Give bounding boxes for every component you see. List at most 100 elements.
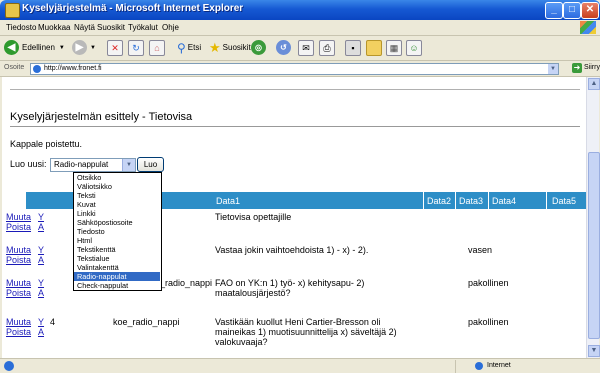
up-link[interactable]: Y (38, 317, 44, 327)
history-icon: ↺ (276, 40, 291, 55)
page-loaded-icon (4, 361, 14, 371)
column-header-data5: Data5 (552, 196, 577, 206)
column-divider (455, 192, 456, 209)
dropdown-option[interactable]: Tiedosto (74, 227, 160, 236)
dropdown-option[interactable]: Teksti (74, 191, 160, 200)
close-button[interactable]: ✕ (581, 2, 599, 19)
address-dropdown-icon[interactable]: ▼ (548, 64, 558, 74)
select-value: Radio-nappulat (54, 160, 109, 169)
go-arrow-icon[interactable]: ➜ (572, 63, 582, 73)
scroll-up-icon[interactable]: ▲ (588, 78, 600, 90)
maximize-button[interactable]: □ (563, 2, 581, 19)
internet-zone-globe-icon (475, 362, 483, 370)
column-divider (423, 192, 424, 209)
title-bar: Kyselyjärjestelmä - Microsoft Internet E… (0, 0, 600, 20)
menu-edit[interactable]: Muokkaa (38, 23, 70, 32)
edit-link[interactable]: Muuta (6, 278, 31, 288)
research-icon: ▦ (386, 39, 402, 56)
messenger-icon: ☺ (406, 39, 422, 56)
down-link[interactable]: A (38, 288, 44, 298)
dropdown-option[interactable]: Sähköpostiosoite (74, 218, 160, 227)
data1-cell: Vastaa jokin vaihtoehdoista 1) - x) - 2)… (215, 245, 369, 255)
menu-bar: Tiedosto Muokkaa Näytä Suosikit Työkalut… (0, 20, 600, 36)
address-bar: Osoite http://www.fronet.fi ▼ ➜ Siirry (0, 61, 600, 77)
dropdown-option[interactable]: Kuvat (74, 200, 160, 209)
scroll-thumb[interactable] (588, 152, 600, 339)
dropdown-option[interactable]: Tekstialue (74, 254, 160, 263)
edit-link[interactable]: Muuta (6, 212, 31, 222)
history-button[interactable]: ↺ (276, 39, 291, 56)
scroll-down-icon[interactable]: ▼ (588, 345, 600, 357)
column-header-data1: Data1 (216, 196, 241, 206)
dropdown-option[interactable]: Check-nappulat (74, 281, 160, 290)
search-icon: ⚲ (177, 40, 186, 55)
research-button[interactable]: ▦ (386, 39, 402, 56)
data1-cell: Vastikään kuollut Heni Cartier-Bresson o… (215, 317, 397, 347)
dropdown-option[interactable]: Html (74, 236, 160, 245)
mail-button[interactable]: ✉ (298, 39, 314, 56)
favorites-button[interactable]: ★ Suosikit (209, 39, 251, 56)
column-header-data3: Data3 (459, 196, 484, 206)
menu-favorites[interactable]: Suosikit (97, 23, 125, 32)
delete-link[interactable]: Poista (6, 327, 31, 337)
edit-button[interactable]: ▪ (345, 39, 361, 56)
back-dropdown-icon: ▼ (58, 44, 65, 51)
home-button[interactable]: ⌂ (149, 39, 165, 56)
dropdown-option[interactable]: Tekstikenttä (74, 245, 160, 254)
messenger-button[interactable]: ☺ (406, 39, 422, 56)
minimize-button[interactable]: _ (545, 2, 563, 19)
back-label: Edellinen (22, 43, 55, 52)
ie-page-icon (5, 3, 20, 18)
address-label: Osoite (4, 64, 25, 71)
mail-icon: ✉ (298, 39, 314, 56)
media-button[interactable]: ◎ (251, 39, 266, 56)
dropdown-option[interactable]: Otsikko (74, 173, 160, 182)
refresh-button[interactable]: ↻ (128, 39, 144, 56)
print-button[interactable]: ⎙ (319, 39, 335, 56)
go-label[interactable]: Siirry (584, 64, 600, 71)
data1-cell: Tietovisa opettajille (215, 212, 292, 222)
dropdown-option[interactable]: Väliotsikko (74, 182, 160, 191)
down-link[interactable]: A (38, 327, 44, 337)
address-input[interactable]: http://www.fronet.fi ▼ (30, 63, 559, 75)
type-cell: _radio_nappi (160, 278, 213, 288)
menu-tools[interactable]: Työkalut (128, 23, 158, 32)
back-arrow-icon: ◀ (4, 40, 19, 55)
vertical-scrollbar[interactable]: ▲ ▼ (586, 77, 600, 358)
folder-button[interactable] (366, 39, 382, 56)
menu-file[interactable]: Tiedosto (6, 23, 36, 32)
up-link[interactable]: Y (38, 278, 44, 288)
menu-view[interactable]: Näytä (74, 23, 95, 32)
dropdown-option[interactable]: Linkki (74, 209, 160, 218)
page-globe-icon (33, 65, 41, 73)
search-label: Etsi (187, 43, 202, 52)
dropdown-option[interactable]: Valintakenttä (74, 263, 160, 272)
menu-help[interactable]: Ohje (162, 23, 179, 32)
dropdown-option-selected[interactable]: Radio-nappulat (74, 272, 160, 281)
back-button[interactable]: ◀ Edellinen ▼ (4, 39, 65, 56)
element-type-dropdown-list[interactable]: Otsikko Väliotsikko Teksti Kuvat Linkki … (73, 172, 162, 291)
edit-link[interactable]: Muuta (6, 317, 31, 327)
status-message: Kappale poistettu. (10, 139, 83, 149)
address-url: http://www.fronet.fi (44, 65, 102, 72)
delete-link[interactable]: Poista (6, 288, 31, 298)
forward-button[interactable]: ▶ ▼ (72, 39, 96, 56)
create-new-label: Luo uusi: (10, 159, 47, 169)
status-divider (455, 360, 456, 373)
stop-button[interactable]: ✕ (107, 39, 123, 56)
up-link[interactable]: Y (38, 212, 44, 222)
home-icon: ⌂ (149, 39, 165, 56)
element-type-select[interactable]: Radio-nappulat ▼ (50, 158, 136, 172)
down-link[interactable]: A (38, 222, 44, 232)
delete-link[interactable]: Poista (6, 222, 31, 232)
search-button[interactable]: ⚲ Etsi (177, 39, 201, 56)
create-button[interactable]: Luo (137, 157, 164, 172)
toolbar: ◀ Edellinen ▼ ▶ ▼ ✕ ↻ ⌂ ⚲ Etsi ★ Suosiki… (0, 36, 600, 61)
folder-icon (366, 39, 382, 56)
edit-icon: ▪ (345, 39, 361, 56)
down-link[interactable]: A (38, 255, 44, 265)
up-link[interactable]: Y (38, 245, 44, 255)
delete-link[interactable]: Poista (6, 255, 31, 265)
chevron-down-icon[interactable]: ▼ (122, 159, 135, 171)
edit-link[interactable]: Muuta (6, 245, 31, 255)
